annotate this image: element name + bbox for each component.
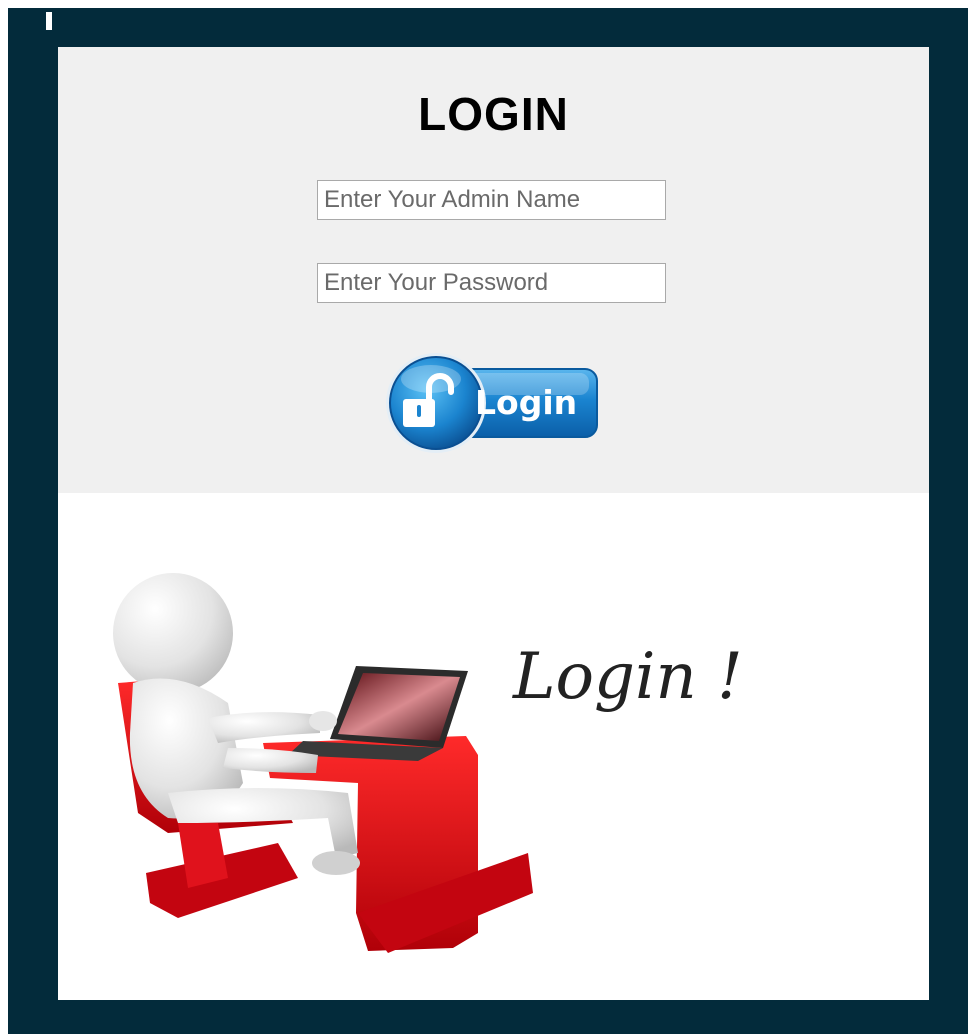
login-illustration: Login ! bbox=[58, 493, 929, 1000]
login-button[interactable]: Login bbox=[383, 349, 601, 457]
admin-name-input[interactable] bbox=[317, 180, 666, 220]
login-caption: Login ! bbox=[512, 640, 743, 714]
login-button-label: Login bbox=[475, 383, 578, 422]
person-figure bbox=[113, 573, 360, 875]
password-input[interactable] bbox=[317, 263, 666, 303]
login-form-panel: LOGIN Enter Your Admin Name Login bbox=[58, 47, 929, 493]
page-title: LOGIN bbox=[418, 88, 569, 140]
login-card: LOGIN Enter Your Admin Name Login Login … bbox=[58, 47, 929, 1000]
text-cursor-marker bbox=[46, 12, 52, 30]
